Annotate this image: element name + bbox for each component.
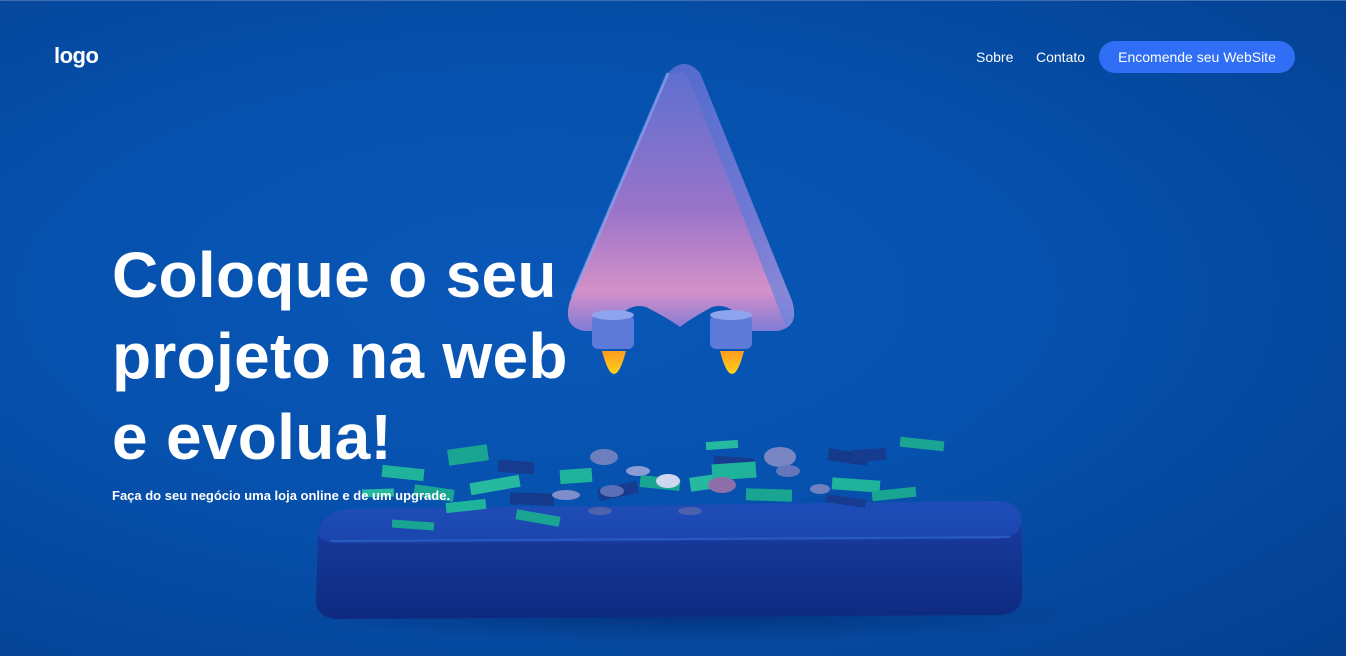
order-website-button[interactable]: Encomende seu WebSite — [1099, 41, 1295, 73]
nav-link-contato[interactable]: Contato — [1036, 49, 1085, 65]
hero-section: logo Sobre Contato Encomende seu WebSite… — [0, 0, 1346, 656]
hero-subtitle: Faça do seu negócio uma loja online e de… — [112, 488, 451, 503]
nav-link-sobre[interactable]: Sobre — [976, 49, 1013, 65]
hero-headline: Coloque o seu projeto na web e evolua! — [112, 235, 672, 478]
headline-line: projeto na web — [112, 320, 568, 392]
headline-line: Coloque o seu — [112, 239, 557, 311]
headline-line: e evolua! — [112, 401, 393, 473]
logo[interactable]: logo — [54, 43, 99, 69]
top-navbar: logo Sobre Contato Encomende seu WebSite — [0, 1, 1346, 113]
platform — [316, 501, 1022, 619]
